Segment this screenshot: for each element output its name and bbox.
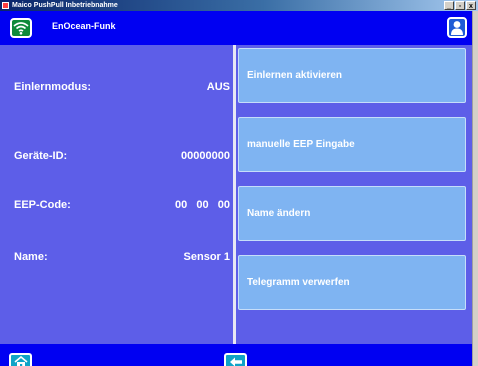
back-arrow-icon (229, 357, 242, 366)
eep-code-value: 00 00 00 (174, 199, 230, 211)
name-label: Name: (14, 251, 48, 263)
close-button[interactable]: x (466, 1, 476, 10)
learn-mode-label: Einlernmodus: (14, 81, 92, 93)
footer-bar (0, 344, 472, 366)
minimize-button[interactable]: _ (444, 1, 454, 10)
name-value: Sensor 1 (183, 251, 230, 263)
learn-mode-value: AUS (206, 81, 230, 93)
window-controls: _ ▫ x (444, 1, 476, 10)
wifi-button[interactable] (10, 18, 32, 38)
rename-button[interactable]: Name ändern (238, 186, 466, 241)
teach-in-button[interactable]: Einlernen aktivieren (238, 48, 466, 103)
window-title: Maico PushPull Inbetriebnahme (12, 2, 118, 9)
vertical-scrollbar[interactable] (472, 11, 478, 366)
app-icon (2, 2, 9, 9)
user-icon (451, 21, 463, 35)
wifi-icon (13, 22, 29, 35)
user-button[interactable] (447, 17, 467, 38)
back-button[interactable] (224, 353, 247, 366)
device-id-value: 00000000 (181, 150, 230, 162)
window-title-bar[interactable]: Maico PushPull Inbetriebnahme _ ▫ x (0, 0, 478, 11)
discard-telegram-button[interactable]: Telegramm verwerfen (238, 255, 466, 310)
column-divider (233, 45, 236, 351)
header-bar: EnOcean-Funk (0, 11, 472, 45)
maximize-button[interactable]: ▫ (455, 1, 465, 10)
app-panel: EnOcean-Funk Einlernmodus: AUS Geräte-ID… (0, 11, 472, 366)
device-id-label: Geräte-ID: (14, 150, 68, 162)
manual-eep-button[interactable]: manuelle EEP Eingabe (238, 117, 466, 172)
page-title: EnOcean-Funk (52, 21, 116, 31)
home-button[interactable] (9, 353, 32, 366)
home-icon (13, 356, 28, 366)
eep-code-label: EEP-Code: (14, 199, 71, 211)
